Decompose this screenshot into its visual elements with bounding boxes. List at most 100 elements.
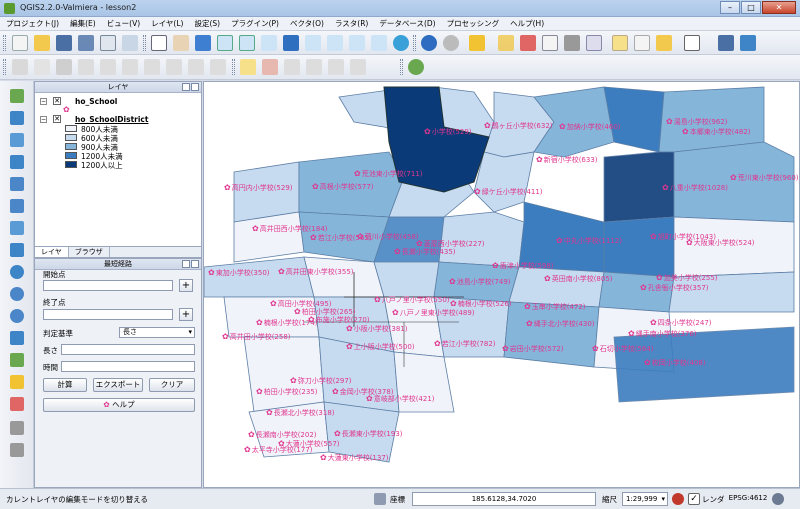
help-contents-icon[interactable] bbox=[740, 35, 756, 51]
school-label[interactable]: 加美小学校(255) bbox=[656, 274, 718, 282]
print-composer-icon[interactable] bbox=[100, 35, 116, 51]
copy-features-icon[interactable] bbox=[188, 59, 204, 75]
menu-settings[interactable]: 設定(S) bbox=[194, 17, 220, 30]
open-project-icon[interactable] bbox=[34, 35, 50, 51]
move-label-icon[interactable] bbox=[306, 59, 322, 75]
openlayers-globe-icon[interactable] bbox=[408, 59, 424, 75]
map-canvas[interactable]: 小学校(529) 鶴ヶ丘小学校(632) 加納小学校(460) 湯島小学校(96… bbox=[203, 81, 800, 488]
add-wms-layer-icon[interactable] bbox=[10, 221, 24, 235]
school-label[interactable]: 高根小学校(577) bbox=[312, 183, 374, 191]
school-label[interactable]: 荒川東小学校(960) bbox=[730, 174, 799, 182]
school-label[interactable]: 八戸ノ里東小学校(489) bbox=[392, 309, 475, 317]
expand-icon[interactable]: − bbox=[40, 116, 47, 123]
scale-select[interactable]: 1:29,999 ▾ bbox=[622, 492, 668, 506]
pan-map-icon[interactable] bbox=[151, 35, 167, 51]
zoom-in-icon[interactable] bbox=[217, 35, 233, 51]
label-icon[interactable] bbox=[240, 59, 256, 75]
expand-icon[interactable]: − bbox=[40, 98, 47, 105]
change-label-icon[interactable] bbox=[350, 59, 366, 75]
toolbar-grip[interactable] bbox=[143, 35, 146, 51]
school-label[interactable]: 長瀬小学校(435) bbox=[394, 248, 456, 256]
school-label[interactable]: 孔舎衙小学校(357) bbox=[640, 284, 709, 292]
school-label[interactable]: 長瀬北小学校(318) bbox=[266, 409, 335, 417]
toolbar-grip[interactable] bbox=[3, 35, 6, 51]
school-label[interactable]: 高円内小学校(529) bbox=[224, 184, 293, 192]
school-label[interactable]: 柏田小学校(235) bbox=[256, 388, 318, 396]
menu-help[interactable]: ヘルプ(H) bbox=[510, 17, 544, 30]
snapping-icon[interactable] bbox=[10, 421, 24, 435]
menu-vector[interactable]: ベクタ(O) bbox=[290, 17, 324, 30]
float-panel-icon[interactable] bbox=[182, 260, 190, 268]
road-graph-icon[interactable] bbox=[10, 397, 24, 411]
maximize-button[interactable]: □ bbox=[741, 1, 761, 14]
clear-button[interactable]: クリア bbox=[149, 378, 195, 392]
close-button[interactable]: ✕ bbox=[762, 1, 796, 14]
menu-view[interactable]: ビュー(V) bbox=[107, 17, 140, 30]
end-point-input[interactable] bbox=[43, 309, 173, 320]
school-label[interactable]: 長瀬南小学校(202) bbox=[248, 431, 317, 439]
tab-layers[interactable]: レイヤ bbox=[35, 247, 69, 257]
paste-features-icon[interactable] bbox=[210, 59, 226, 75]
school-label[interactable]: 高井田東小学校(355) bbox=[278, 268, 354, 276]
school-label[interactable]: 縄手南小学校(376) bbox=[628, 330, 697, 338]
select-features-icon[interactable] bbox=[469, 35, 485, 51]
school-label[interactable]: 東加小学校(350) bbox=[208, 269, 270, 277]
zoom-out-icon[interactable] bbox=[239, 35, 255, 51]
menu-layer[interactable]: レイヤ(L) bbox=[151, 17, 183, 30]
zoom-actual-icon[interactable] bbox=[261, 35, 277, 51]
school-label[interactable]: 湯島小学校(962) bbox=[666, 118, 728, 126]
move-feature-icon[interactable] bbox=[100, 59, 116, 75]
rotate-label-icon[interactable] bbox=[328, 59, 344, 75]
school-label[interactable]: 中丸小学校(1112) bbox=[556, 237, 622, 245]
map-tips-icon[interactable] bbox=[612, 35, 628, 51]
calculate-button[interactable]: 計算 bbox=[43, 378, 87, 392]
school-label[interactable]: 加納小学校(460) bbox=[559, 123, 621, 131]
school-label[interactable]: 柏田小学校(265) bbox=[294, 308, 356, 316]
school-label[interactable]: 四条小学校(247) bbox=[650, 319, 712, 327]
render-checkbox[interactable]: ✓ bbox=[688, 493, 700, 505]
school-label[interactable]: 小学校(529) bbox=[424, 128, 472, 136]
menu-raster[interactable]: ラスタ(R) bbox=[335, 17, 368, 30]
statistics-icon[interactable] bbox=[586, 35, 602, 51]
school-label[interactable]: 鶴ヶ丘小学校(632) bbox=[484, 122, 553, 130]
school-label[interactable]: 高井田西小学校(184) bbox=[252, 225, 328, 233]
add-wms-tile-icon[interactable] bbox=[10, 309, 24, 323]
add-postgis-layer-icon[interactable] bbox=[10, 133, 24, 147]
school-label[interactable]: 大蓮東小学校(137) bbox=[320, 454, 389, 462]
school-label[interactable]: 新宿小学校(633) bbox=[536, 156, 598, 164]
menu-processing[interactable]: プロセッシング bbox=[447, 17, 500, 30]
delete-selected-icon[interactable] bbox=[144, 59, 160, 75]
menu-plugins[interactable]: プラグイン(P) bbox=[231, 17, 279, 30]
school-label[interactable]: 荒池東小学校(711) bbox=[354, 170, 423, 178]
python-console-icon[interactable] bbox=[718, 35, 734, 51]
show-labels-icon[interactable] bbox=[284, 59, 300, 75]
digitize-icon[interactable] bbox=[10, 443, 24, 457]
school-label[interactable]: 意岐部小学校(421) bbox=[366, 395, 435, 403]
menu-database[interactable]: データベース(D) bbox=[379, 17, 435, 30]
new-shapefile-icon[interactable] bbox=[10, 331, 24, 345]
save-project-icon[interactable] bbox=[56, 35, 72, 51]
school-label[interactable]: 弥刀小学校(297) bbox=[290, 377, 352, 385]
close-panel-icon[interactable] bbox=[191, 83, 199, 91]
school-label[interactable]: 岩田小学校(572) bbox=[502, 345, 564, 353]
criterion-select[interactable]: 長さ ▾ bbox=[119, 327, 195, 338]
coordinate-toggle-icon[interactable] bbox=[374, 493, 386, 505]
layer-visibility-checkbox[interactable]: ✕ bbox=[53, 115, 61, 123]
school-label[interactable]: 玉串小学校(472) bbox=[524, 303, 586, 311]
layer-ho-school-district[interactable]: ho_SchoolDistrict bbox=[75, 115, 148, 124]
composer-manager-icon[interactable] bbox=[122, 35, 138, 51]
pan-to-selection-icon[interactable] bbox=[195, 35, 211, 51]
school-label[interactable]: 石切小学校(564) bbox=[592, 345, 654, 353]
crs-status[interactable]: EPSG:4612 bbox=[728, 492, 768, 506]
deselect-icon[interactable] bbox=[498, 35, 514, 51]
add-wcs-layer-icon[interactable] bbox=[10, 243, 24, 257]
layer-visibility-checkbox[interactable]: ✕ bbox=[53, 97, 61, 105]
run-action-icon[interactable] bbox=[443, 35, 459, 51]
close-panel-icon[interactable] bbox=[191, 260, 199, 268]
measure-icon[interactable] bbox=[564, 35, 580, 51]
help-button[interactable]: ✿ ヘルプ bbox=[43, 398, 195, 412]
messages-icon[interactable] bbox=[772, 493, 784, 505]
toolbar-grip[interactable] bbox=[400, 59, 403, 75]
end-point-pick-button[interactable]: + bbox=[179, 308, 193, 321]
school-label[interactable]: 池島小学校(749) bbox=[449, 278, 511, 286]
